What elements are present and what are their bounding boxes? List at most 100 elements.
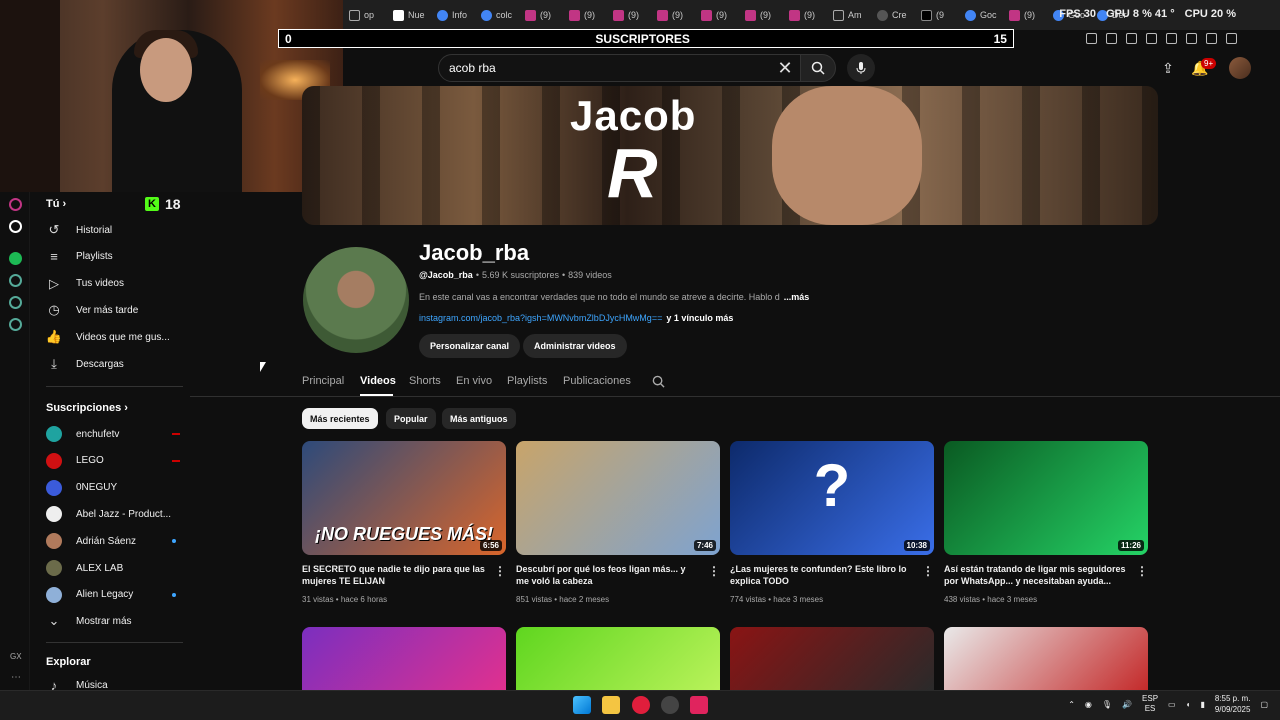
subscription-item[interactable]: Adrián Sáenz [46, 528, 196, 554]
voice-search-button[interactable] [847, 54, 875, 82]
video-thumbnail[interactable]: 11:26 [944, 441, 1148, 555]
show-more-button[interactable]: ⌄ Mostrar más [46, 608, 196, 634]
tab-shorts[interactable]: Shorts [409, 375, 441, 387]
tab-favicon-icon [833, 9, 844, 21]
browser-tab[interactable]: (9) [739, 0, 783, 30]
instagram-link[interactable]: instagram.com/jacob_rba?igsh=MWNvbmZlbDJ… [419, 313, 662, 323]
upload-icon[interactable]: ⇪ [1157, 57, 1179, 79]
video-thumbnail[interactable] [516, 627, 720, 690]
sidebar-item-your-videos[interactable]: ▷ Tus videos [46, 271, 196, 297]
live-indicator [172, 459, 180, 462]
video-meta: 851 vistas • hace 2 meses [516, 595, 610, 604]
video-thumbnail[interactable]: 7:46 [516, 441, 720, 555]
search-input[interactable]: acob rba [438, 54, 802, 82]
sidebar-item-history[interactable]: ↺ Historial [46, 217, 196, 243]
tab-playlists[interactable]: Playlists [507, 375, 547, 387]
video-thumbnail[interactable]: ¡NO RUEGUES MÁS! 6:56 [302, 441, 506, 555]
you-section-title[interactable]: Tú › [46, 198, 66, 210]
video-thumbnail[interactable] [944, 627, 1148, 690]
video-thumbnail[interactable] [730, 627, 934, 690]
subscriptions-section-title[interactable]: Suscripciones › [46, 402, 128, 414]
search-button[interactable] [800, 54, 836, 82]
browser-tab[interactable]: Am [827, 0, 871, 30]
browser-tab[interactable]: (9) [783, 0, 827, 30]
browser-tab[interactable]: (9) [651, 0, 695, 30]
browser-tab[interactable]: Cre [871, 0, 915, 30]
channel-avatar-icon [46, 506, 62, 523]
sidebar: Tú › ↺ Historial ≡ Playlists ▷ Tus videos ◷ Ver… [30, 192, 190, 693]
customize-channel-button[interactable]: Personalizar canal [419, 334, 521, 358]
browser-tab[interactable]: Goc [959, 0, 1003, 30]
channel-links[interactable]: instagram.com/jacob_rba?igsh=MWNvbmZlbDJ… [419, 313, 733, 323]
file-explorer-icon[interactable] [602, 696, 620, 714]
more-links[interactable]: y 1 vínculo más [666, 313, 733, 323]
app-icon[interactable] [661, 696, 679, 714]
gx-icon[interactable]: GX [10, 652, 22, 661]
browser-tab[interactable]: (9) [695, 0, 739, 30]
video-count: 839 videos [568, 270, 612, 280]
tab-favicon-icon [657, 9, 668, 21]
subscription-item[interactable]: 0NEGUY [46, 475, 196, 501]
channel-description[interactable]: En este canal vas a encontrar verdades q… [419, 292, 809, 302]
subscription-item[interactable]: Alien Legacy [46, 582, 196, 608]
tab-videos[interactable]: Videos [360, 375, 396, 387]
subscription-item[interactable]: Abel Jazz - Product... [46, 501, 196, 527]
video-menu-icon[interactable]: ⋮ [922, 564, 934, 578]
browser-tab[interactable]: (9) [607, 0, 651, 30]
video-thumbnail[interactable] [302, 627, 506, 690]
sidebar-item-playlist[interactable]: ≡ Playlists [46, 244, 196, 270]
video-thumbnail[interactable]: ? 10:38 [730, 441, 934, 555]
chip-popular[interactable]: Popular [386, 408, 436, 429]
instagram-icon[interactable] [9, 198, 22, 211]
extension-rail-icon[interactable] [9, 296, 22, 309]
channel-avatar [303, 247, 409, 353]
more-icon[interactable]: ⋯ [11, 672, 21, 683]
browser-tab[interactable]: (9) [519, 0, 563, 30]
channel-name: Jacob_rba [419, 240, 530, 265]
extension-icons[interactable] [1086, 30, 1237, 46]
video-meta: 774 vistas • hace 3 meses [730, 595, 824, 604]
video-menu-icon[interactable]: ⋮ [708, 564, 720, 578]
tab-en-vivo[interactable]: En vivo [456, 375, 492, 387]
browser-tab[interactable]: Nue [387, 0, 431, 30]
video-meta: 31 vistas • hace 6 horas [302, 595, 388, 604]
video-title[interactable]: Descubrí por qué los feos ligan más... y… [516, 563, 701, 587]
video-title[interactable]: El SECRETO que nadie te dijo para que la… [302, 563, 487, 587]
system-tray[interactable]: ⌃ ◉ 🎙 🔊 ESP ES ▭ ◖ ▮ 8:55 p. m. 9/09/2025 … [1068, 693, 1268, 715]
browser-tab[interactable]: op [343, 0, 387, 30]
video-menu-icon[interactable]: ⋮ [1136, 564, 1148, 578]
thumbnail-overlay-text: ? [813, 452, 851, 519]
chip-oldest[interactable]: Más antiguos [442, 408, 516, 429]
start-icon[interactable] [573, 696, 591, 714]
channel-search-icon[interactable] [652, 375, 665, 393]
browser-tab[interactable]: Info [431, 0, 475, 30]
video-menu-icon[interactable]: ⋮ [494, 564, 506, 578]
chip-most-recent[interactable]: Más recientes [302, 408, 378, 429]
video-title[interactable]: ¿Las mujeres te confunden? Este libro lo… [730, 563, 915, 587]
performance-overlay: FPS 30 GPU 8 % 41 ° CPU 20 % [1059, 8, 1236, 20]
tab-principal[interactable]: Principal [302, 375, 344, 387]
tiktok-icon[interactable] [9, 220, 22, 233]
sidebar-item-watch-later[interactable]: ◷ Ver más tarde [46, 297, 196, 323]
browser-tab[interactable]: (9 [915, 0, 959, 30]
browser-tab[interactable]: (9) [563, 0, 607, 30]
tab-publicaciones[interactable]: Publicaciones [563, 375, 631, 387]
manage-videos-button[interactable]: Administrar videos [523, 334, 627, 358]
opera-gx-icon[interactable] [632, 696, 650, 714]
clear-search-icon[interactable]: ✕ [772, 54, 798, 82]
history-rail-icon[interactable] [9, 274, 22, 287]
video-title[interactable]: Así están tratando de ligar mis seguidor… [944, 563, 1129, 587]
account-avatar[interactable] [1229, 57, 1251, 79]
subscription-item[interactable]: enchufetv [46, 421, 196, 447]
browser-tab[interactable]: colc [475, 0, 519, 30]
subscription-item[interactable]: ALEX LAB [46, 555, 196, 581]
settings-rail-icon[interactable] [9, 318, 22, 331]
spotify-icon[interactable] [9, 252, 22, 265]
tiktok-app-icon[interactable] [690, 696, 708, 714]
microphone-icon [856, 62, 866, 74]
sidebar-item-like[interactable]: 👍 Videos que me gus... [46, 324, 196, 350]
sidebar-item-download[interactable]: ⤓ Descargas [46, 351, 196, 377]
subscription-item[interactable]: LEGO [46, 448, 196, 474]
sound-icon: ◖ [1185, 699, 1191, 709]
browser-tab[interactable]: (9) [1003, 0, 1047, 30]
